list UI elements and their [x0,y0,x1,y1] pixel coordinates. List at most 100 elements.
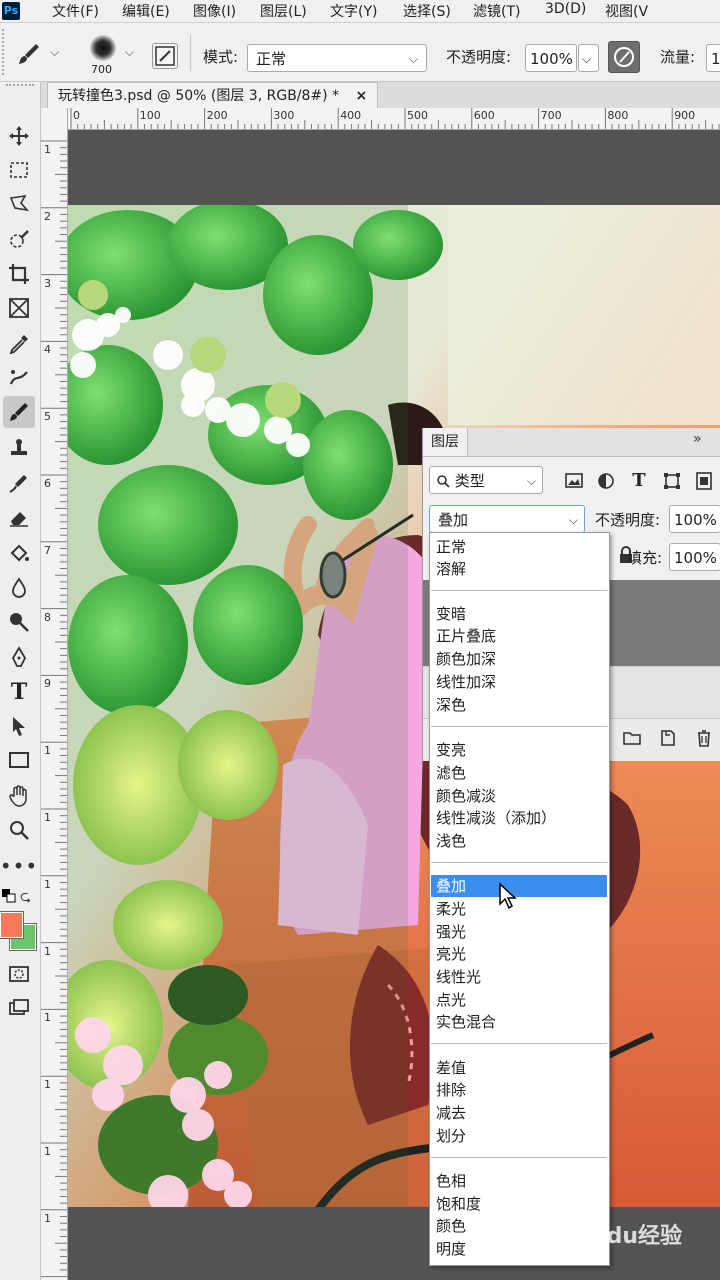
blend-option-multiply[interactable]: 正片叠底 [431,625,607,647]
blend-option-divide[interactable]: 划分 [431,1125,607,1147]
blend-option-dissolve[interactable]: 溶解 [431,558,607,580]
blend-option-color-dodge[interactable]: 颜色减淡 [431,785,607,807]
lasso-tool-icon[interactable] [3,188,35,220]
options-bar: ⌵ 700 ⌵ 模式: 正常 ⌵ 不透明度: 100% ⌵ 流量: 10 [0,23,720,82]
opacity-input[interactable]: 100% [525,44,577,72]
layers-panel-header: 图层 » [423,428,720,457]
blend-chevron-down-icon: ⌵ [568,513,578,527]
blend-option-pin-light[interactable]: 点光 [431,989,607,1011]
blend-option-hard-mix[interactable]: 实色混合 [431,1011,607,1033]
pen-tool-icon[interactable] [3,642,35,674]
ruler-label: 0 [73,109,80,122]
blend-option-lighten[interactable]: 变亮 [431,739,607,761]
eyedropper-tool-icon[interactable] [3,328,35,360]
brush-picker-chevron-icon[interactable]: ⌵ [125,45,134,60]
new-group-folder-icon[interactable] [621,727,643,749]
blend-option-darker-color[interactable]: 深色 [431,694,607,716]
ruler-label: 9 [44,677,51,691]
mode-select[interactable]: 正常 ⌵ [247,44,427,72]
blend-option-normal[interactable]: 正常 [431,536,607,558]
filter-type-layer-icon[interactable]: T [628,470,650,492]
eraser-tool-icon[interactable] [3,502,35,534]
new-layer-icon[interactable] [657,727,679,749]
layer-opacity-input[interactable]: 100% [669,505,720,533]
zoom-tool-icon[interactable] [3,814,35,846]
swap-colors-icon[interactable]: ⮎ [20,886,31,910]
filter-pixel-layer-icon[interactable] [563,470,585,492]
brush-tool-active-icon[interactable] [3,396,35,428]
vertical-ruler-ticks [41,140,67,1278]
dodge-tool-icon[interactable] [3,606,35,638]
blend-option-color-burn[interactable]: 颜色加深 [431,648,607,670]
menu-file[interactable]: 文件(F) [52,1,99,21]
menu-edit[interactable]: 编辑(E) [122,1,170,21]
delete-layer-trash-icon[interactable] [693,727,715,749]
filter-adjustment-layer-icon[interactable] [595,470,617,492]
layer-filter-select[interactable]: 类型 ⌵ [429,466,543,494]
menu-view[interactable]: 视图(V [605,1,648,21]
blend-option-linear-burn[interactable]: 线性加深 [431,671,607,693]
filter-smart-object-icon[interactable] [693,470,715,492]
blend-option-screen[interactable]: 滤色 [431,762,607,784]
fill-input[interactable]: 100% [669,543,720,571]
menu-filter[interactable]: 滤镜(T) [473,1,520,21]
ruler-label: 800 [607,109,629,122]
blend-option-darken[interactable]: 变暗 [431,603,607,625]
blend-option-linear-dodge[interactable]: 线性减淡（添加） [431,807,607,829]
history-brush-tool-icon[interactable] [3,468,35,500]
move-tool-icon[interactable] [3,120,35,152]
brush-preview-icon[interactable] [90,35,116,61]
blend-option-subtract[interactable]: 减去 [431,1102,607,1124]
menu-image[interactable]: 图像(I) [193,1,236,21]
flow-input[interactable]: 10 [706,44,720,72]
type-tool-icon[interactable]: T [3,676,35,708]
opacity-slider-chevron-icon[interactable]: ⌵ [578,44,599,72]
crop-tool-icon[interactable] [3,258,35,290]
close-tab-icon[interactable]: × [356,88,368,104]
vertical-ruler[interactable]: 123456789111111111 [41,108,68,1280]
blur-tool-icon[interactable] [3,572,35,604]
menu-type[interactable]: 文字(Y) [330,1,377,21]
brush-settings-panel-icon[interactable] [152,43,178,69]
menu-layer[interactable]: 图层(L) [260,1,307,21]
filter-shape-layer-icon[interactable] [661,470,683,492]
marquee-tool-icon[interactable] [3,154,35,186]
foreground-color-swatch[interactable] [0,911,24,939]
blend-option-exclusion[interactable]: 排除 [431,1079,607,1101]
blend-option-saturation[interactable]: 饱和度 [431,1193,607,1215]
hand-tool-icon[interactable] [3,780,35,812]
panel-collapse-icon[interactable]: » [693,431,702,447]
blend-option-hue[interactable]: 色相 [431,1170,607,1192]
frame-tool-icon[interactable] [3,292,35,324]
more-tools-icon[interactable]: ••• [0,850,37,882]
blend-option-difference[interactable]: 差值 [431,1057,607,1079]
blend-mode-select[interactable]: 叠加 ⌵ [429,505,585,533]
blend-option-hard-light[interactable]: 强光 [431,921,607,943]
blend-option-lighter-color[interactable]: 浅色 [431,830,607,852]
ruler-label: 1 [44,1145,51,1158]
blend-option-soft-light[interactable]: 柔光 [431,898,607,920]
healing-brush-tool-icon[interactable] [3,362,35,394]
menu-select[interactable]: 选择(S) [403,1,451,21]
blend-option-overlay[interactable]: 叠加 [431,875,607,897]
paint-bucket-tool-icon[interactable] [3,538,35,570]
quick-mask-icon[interactable] [3,958,35,990]
screen-mode-icon[interactable] [3,992,35,1024]
ruler-label: 1 [44,877,51,891]
tool-preset-chevron-icon[interactable]: ⌵ [50,45,59,60]
quick-select-tool-icon[interactable] [3,224,35,256]
ruler-label: 1 [44,1211,51,1225]
document-tab[interactable]: 玩转撞色3.psd @ 50% (图层 3, RGB/8#) * × [47,82,379,109]
path-selection-tool-icon[interactable] [3,710,35,742]
default-colors-icon[interactable] [2,888,16,903]
blend-option-linear-light[interactable]: 线性光 [431,966,607,988]
rectangle-tool-icon[interactable] [3,744,35,776]
ruler-label: 500 [407,109,428,122]
menu-3d[interactable]: 3D(D) [545,1,586,17]
blend-option-vivid-light[interactable]: 亮光 [431,943,607,965]
clone-stamp-tool-icon[interactable] [3,432,35,464]
horizontal-ruler[interactable]: 0 100 200 300 400 500 600 700 800 900 [68,108,720,130]
pressure-opacity-icon[interactable] [608,41,640,73]
brush-tool-icon[interactable] [16,41,42,71]
layers-tab[interactable]: 图层 [423,428,468,456]
